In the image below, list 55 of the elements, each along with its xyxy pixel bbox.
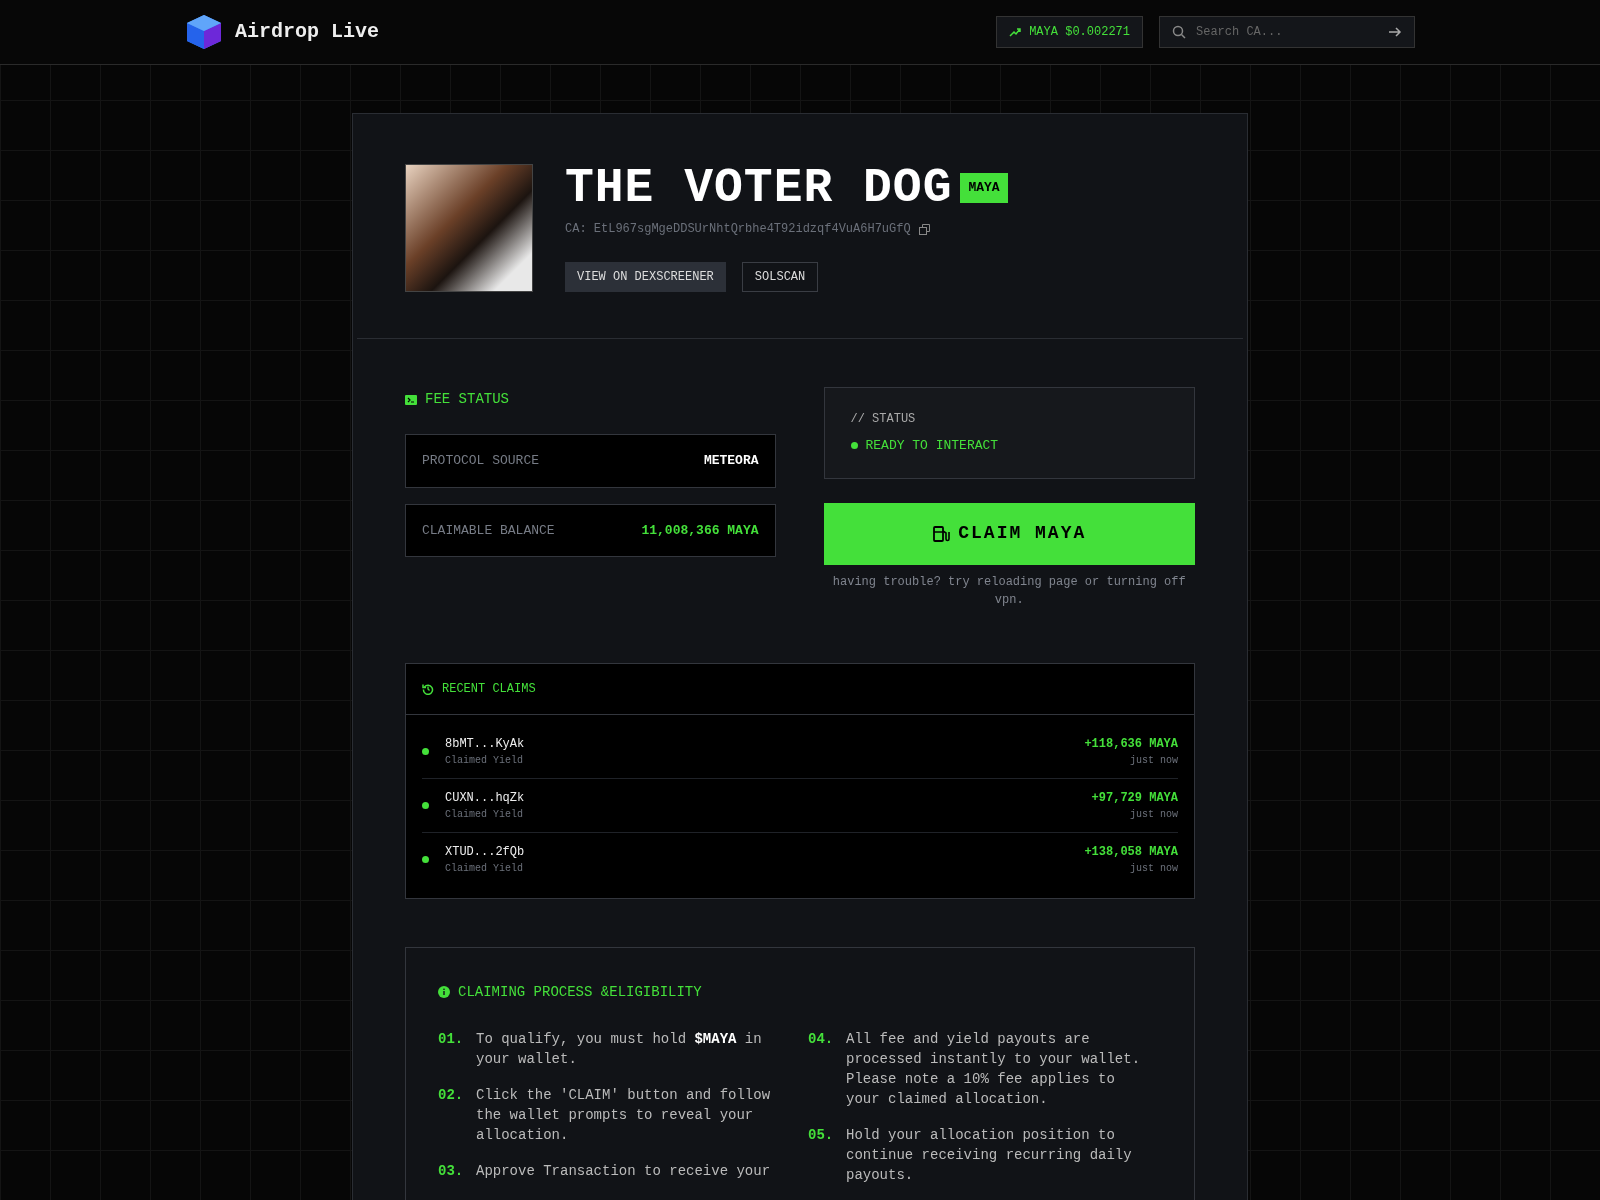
claim-time: just now [1129, 753, 1178, 768]
claim-amount: +118,636 MAYA [1084, 735, 1178, 753]
trending-up-icon [1009, 26, 1022, 38]
cube-logo-icon [185, 13, 223, 51]
step-number: 04. [808, 1029, 835, 1049]
step-text: All fee and yield payouts are processed instantly to your wallet. Please note a 10% fee applies to your claimed allocation. [846, 1029, 1142, 1109]
brand-name[interactable]: Airdrop Live [235, 17, 380, 47]
panel-title: RECENT CLAIMS [442, 680, 536, 698]
row-value: METEORA [703, 452, 759, 470]
search-icon [1172, 25, 1186, 39]
history-icon [422, 682, 434, 695]
claim-button[interactable]: CLAIM MAYA [823, 502, 1195, 565]
info-icon [438, 986, 450, 998]
step-text: Hold your allocation position to continue receiving recurring daily payouts. [846, 1125, 1133, 1185]
price-ticker[interactable]: MAYA $0.002271 [996, 16, 1143, 48]
search-input[interactable]: Search CA... [1194, 22, 1374, 42]
status-dot [850, 442, 858, 450]
claim-amount: +97,729 MAYA [1091, 789, 1178, 807]
status-value: READY TO INTERACT [865, 437, 999, 455]
terminal-icon [405, 394, 417, 405]
row-value: 11,008,366 MAYA [641, 521, 759, 540]
solscan-link[interactable]: SOLSCAN [741, 262, 819, 292]
step-number: 03. [438, 1161, 465, 1181]
claim-time: just now [1129, 861, 1178, 876]
token-title: THE VOTER DOG [565, 164, 953, 212]
symbol-badge: MAYA [960, 173, 1008, 203]
contract-address: CA: EtL967sgMgeDDSUrNhtQrbhe4T92idzqf4VuA6H7uGfQ [565, 221, 911, 238]
help-note: having trouble? try reloading page or turning off vpn. [831, 573, 1187, 609]
dexscreener-link[interactable]: VIEW ON DEXSCREENER [565, 262, 726, 292]
claim-time: just now [1129, 807, 1178, 822]
fuel-pump-icon [932, 524, 951, 543]
wallet-address: 8bMT...KyAk [445, 735, 525, 753]
step-number: 01. [438, 1029, 465, 1049]
claim-type: Claimed Yield [445, 861, 524, 876]
status-dot [422, 855, 429, 863]
wallet-address: XTUD...2fQb [445, 843, 525, 861]
claim-type: Claimed Yield [445, 753, 524, 768]
row-label: PROTOCOL SOURCE [422, 452, 540, 470]
step-number: 02. [438, 1085, 465, 1105]
status-heading: // STATUS [850, 411, 917, 428]
row-label: CLAIMABLE BALANCE [422, 521, 555, 540]
step-text: Approve Transaction to receive your [476, 1161, 771, 1181]
step-text: Click the 'CLAIM' button and follow the wallet prompts to reveal your allocation. [476, 1085, 772, 1145]
step-text: To qualify, you must hold $MAYA in your wallet. [476, 1029, 763, 1069]
arrow-right-icon [1388, 26, 1402, 38]
section-title: FEE STATUS [425, 390, 509, 409]
panel-title: CLAIMING PROCESS &ELIGIBILITY [458, 982, 702, 1002]
wallet-address: CUXN...hqZk [445, 789, 525, 807]
claim-amount: +138,058 MAYA [1084, 843, 1178, 861]
copy-icon [918, 223, 930, 235]
claim-type: Claimed Yield [445, 807, 524, 822]
status-dot [422, 747, 429, 755]
status-dot [422, 801, 429, 809]
search-bar[interactable]: Search CA... [1159, 16, 1415, 48]
step-number: 05. [808, 1125, 835, 1145]
